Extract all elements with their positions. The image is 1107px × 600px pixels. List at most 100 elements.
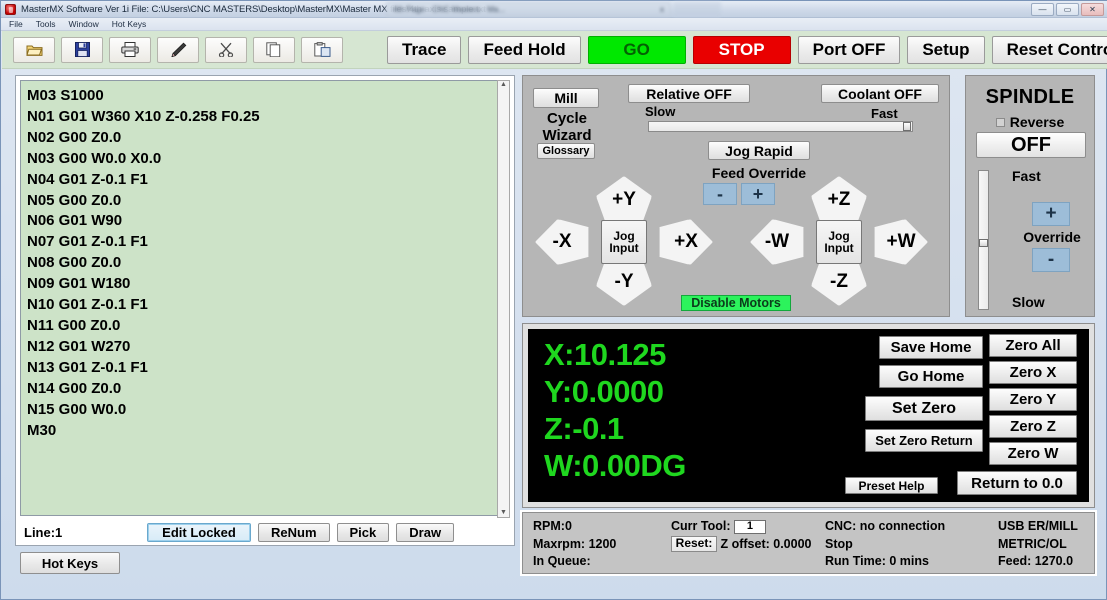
print-button[interactable] [109, 36, 151, 63]
spindle-speed-slider-thumb[interactable] [979, 239, 988, 247]
spindle-reverse-label: Reverse [1009, 114, 1065, 130]
relative-toggle-button[interactable]: Relative OFF [628, 84, 750, 103]
copy-button[interactable] [253, 36, 295, 63]
spindle-reverse-checkbox[interactable] [995, 117, 1005, 127]
edit-locked-button[interactable]: Edit Locked [147, 523, 251, 542]
gcode-line: N07 G01 Z-0.1 F1 [27, 233, 148, 251]
gcode-line: N12 G01 W270 [27, 337, 131, 355]
spindle-panel: SPINDLE Reverse OFF Fast + Override - Sl… [965, 75, 1095, 317]
jog-speed-slider-thumb[interactable] [903, 122, 911, 131]
gcode-scrollbar[interactable]: ▲ ▼ [497, 80, 510, 518]
setup-button[interactable]: Setup [907, 35, 985, 64]
jog-input-zw-line2: Input [824, 241, 854, 255]
port-toggle-button[interactable]: Port OFF [797, 35, 901, 64]
jog-rapid-button[interactable]: Jog Rapid [708, 141, 810, 160]
edit-button[interactable] [157, 36, 199, 63]
hot-keys-button[interactable]: Hot Keys [20, 552, 120, 574]
trace-button[interactable]: Trace [387, 35, 462, 64]
spindle-override-minus-button[interactable]: - [1032, 248, 1070, 272]
maximize-button[interactable]: ▭ [1056, 3, 1079, 16]
jog-minus-y-button[interactable]: -Y [596, 258, 652, 306]
renum-button[interactable]: ReNum [258, 523, 330, 542]
jog-plus-w-button[interactable]: +W [874, 219, 928, 265]
draw-button[interactable]: Draw [396, 523, 455, 542]
zero-all-button[interactable]: Zero All [989, 334, 1077, 357]
gcode-text-area[interactable]: M03 S1000 N01 G01 W360 X10 Z-0.258 F0.25 N… [20, 80, 498, 516]
background-window-edge [673, 2, 721, 17]
feed-override-plus-button[interactable]: + [741, 183, 775, 205]
window-controls: — ▭ ✕ [1031, 3, 1104, 16]
zero-w-button[interactable]: Zero W [989, 442, 1077, 465]
spindle-override-label: Override [1023, 229, 1081, 245]
glossary-button[interactable]: Glossary [537, 143, 595, 159]
dro-x-readout: X:10.125 [544, 337, 666, 372]
mill-button[interactable]: Mill [533, 88, 599, 108]
zero-z-button[interactable]: Zero Z [989, 415, 1077, 438]
spindle-override-plus-button[interactable]: + [1032, 202, 1070, 226]
feed-hold-button[interactable]: Feed Hold [468, 35, 581, 64]
reset-control-button[interactable]: Reset Control [991, 35, 1107, 64]
paste-icon [313, 42, 330, 57]
menu-item-window[interactable]: Window [69, 19, 99, 29]
reset-button[interactable]: Reset: [671, 536, 717, 553]
pick-button[interactable]: Pick [336, 523, 390, 542]
close-button[interactable]: ✕ [1081, 3, 1104, 16]
line-number-label: Line:1 [24, 525, 63, 540]
dro-z-readout: Z:-0.1 [544, 411, 624, 446]
preset-help-button[interactable]: Preset Help [845, 477, 938, 494]
disable-motors-button[interactable]: Disable Motors [681, 295, 791, 311]
feed-override-label: Feed Override [711, 165, 807, 181]
curr-tool-input[interactable]: 1 [733, 519, 766, 534]
scissors-icon [218, 42, 234, 57]
cut-button[interactable] [205, 36, 247, 63]
background-window-titlebar: 4th Page - CNC Masters - Ma... x [386, 2, 671, 17]
jog-plus-y-button[interactable]: +Y [596, 176, 652, 224]
gcode-line: N06 G01 W90 [27, 212, 123, 230]
save-file-button[interactable] [61, 36, 103, 63]
set-zero-return-button[interactable]: Set Zero Return [865, 429, 983, 452]
gcode-line: N14 G00 Z0.0 [27, 379, 122, 397]
save-home-button[interactable]: Save Home [879, 336, 983, 359]
set-zero-button[interactable]: Set Zero [865, 396, 983, 421]
dro-y-readout: Y:0.0000 [544, 374, 664, 409]
gcode-line: N05 G00 Z0.0 [27, 191, 122, 209]
paste-button[interactable] [301, 36, 343, 63]
main-toolbar: Trace Feed Hold GO STOP Port OFF Setup R… [2, 31, 1107, 69]
gcode-line: N04 G01 Z-0.1 F1 [27, 170, 148, 188]
jog-minus-w-button[interactable]: -W [750, 219, 804, 265]
spindle-speed-slider[interactable] [978, 170, 989, 310]
menu-item-tools[interactable]: Tools [36, 19, 56, 29]
cycle-wizard-label: Cycle Wizard [529, 110, 605, 144]
minimize-button[interactable]: — [1031, 3, 1054, 16]
go-button[interactable]: GO [587, 35, 686, 64]
status-rpm: RPM:0 [533, 519, 572, 533]
spindle-power-button[interactable]: OFF [976, 132, 1086, 158]
jog-plus-x-button[interactable]: +X [659, 219, 713, 265]
jog-speed-slider[interactable] [648, 121, 913, 132]
spindle-reverse-row[interactable]: Reverse [966, 114, 1094, 130]
return-to-zero-button[interactable]: Return to 0.0 [957, 471, 1077, 495]
gcode-line: N15 G00 W0.0 [27, 400, 127, 418]
scroll-down-icon[interactable]: ▼ [500, 509, 507, 517]
zero-y-button[interactable]: Zero Y [989, 388, 1077, 411]
gcode-line: N02 G00 Z0.0 [27, 128, 122, 146]
jog-input-zw-button[interactable]: Jog Input [816, 220, 862, 264]
zero-x-button[interactable]: Zero X [989, 361, 1077, 384]
feed-override-minus-button[interactable]: - [703, 183, 737, 205]
coolant-toggle-button[interactable]: Coolant OFF [821, 84, 939, 103]
jog-speed-fast-label: Fast [871, 106, 898, 121]
jog-speed-slow-label: Slow [645, 104, 676, 119]
menu-item-hot-keys[interactable]: Hot Keys [112, 19, 147, 29]
open-file-button[interactable] [13, 36, 55, 63]
scroll-up-icon[interactable]: ▲ [500, 81, 507, 89]
stop-button[interactable]: STOP [692, 35, 791, 64]
gcode-line: N10 G01 Z-0.1 F1 [27, 296, 148, 314]
jog-input-xy-button[interactable]: Jog Input [601, 220, 647, 264]
status-maxrpm: Maxrpm: 1200 [533, 536, 617, 551]
jog-minus-x-button[interactable]: -X [535, 219, 589, 265]
go-home-button[interactable]: Go Home [879, 365, 983, 388]
jog-minus-z-button[interactable]: -Z [811, 258, 867, 306]
menu-item-file[interactable]: File [9, 19, 23, 29]
printer-icon [121, 42, 139, 57]
jog-plus-z-button[interactable]: +Z [811, 176, 867, 224]
